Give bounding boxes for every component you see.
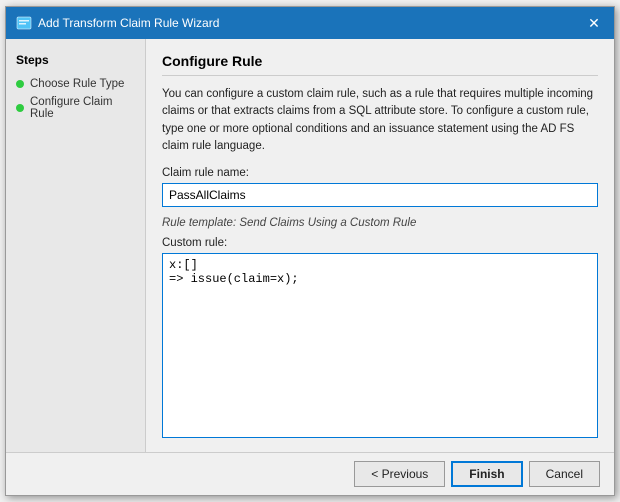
close-button[interactable]: ✕ <box>584 13 604 33</box>
sidebar-title: Steps <box>6 49 145 75</box>
content-area: Steps Choose Rule Type Configure Claim R… <box>6 39 614 452</box>
rule-template-text: Rule template: Send Claims Using a Custo… <box>162 217 598 229</box>
cancel-button[interactable]: Cancel <box>529 461 600 487</box>
dialog-title: Add Transform Claim Rule Wizard <box>38 16 219 30</box>
main-panel: Configure Rule You can configure a custo… <box>146 39 614 452</box>
sidebar-item-label-1: Choose Rule Type <box>30 78 124 90</box>
sidebar-item-choose-rule-type[interactable]: Choose Rule Type <box>6 75 145 93</box>
description-text: You can configure a custom claim rule, s… <box>162 86 598 155</box>
add-transform-claim-rule-dialog: Add Transform Claim Rule Wizard ✕ Steps … <box>5 6 615 496</box>
sidebar-item-label-2: Configure Claim Rule <box>30 96 135 120</box>
custom-rule-wrapper: x:[] => issue(claim=x); <box>162 253 598 438</box>
custom-rule-label: Custom rule: <box>162 237 598 249</box>
title-bar-left: Add Transform Claim Rule Wizard <box>16 15 219 31</box>
page-title: Configure Rule <box>162 53 598 76</box>
previous-button[interactable]: < Previous <box>354 461 445 487</box>
finish-button[interactable]: Finish <box>451 461 522 487</box>
sidebar: Steps Choose Rule Type Configure Claim R… <box>6 39 146 452</box>
claim-rule-name-input[interactable] <box>162 183 598 207</box>
custom-rule-textarea[interactable]: x:[] => issue(claim=x); <box>162 253 598 438</box>
step-dot-1 <box>16 80 24 88</box>
claim-rule-name-label: Claim rule name: <box>162 167 598 179</box>
sidebar-item-configure-claim-rule[interactable]: Configure Claim Rule <box>6 93 145 123</box>
step-dot-2 <box>16 104 24 112</box>
footer: < Previous Finish Cancel <box>6 452 614 495</box>
wizard-icon <box>16 15 32 31</box>
title-bar: Add Transform Claim Rule Wizard ✕ <box>6 7 614 39</box>
